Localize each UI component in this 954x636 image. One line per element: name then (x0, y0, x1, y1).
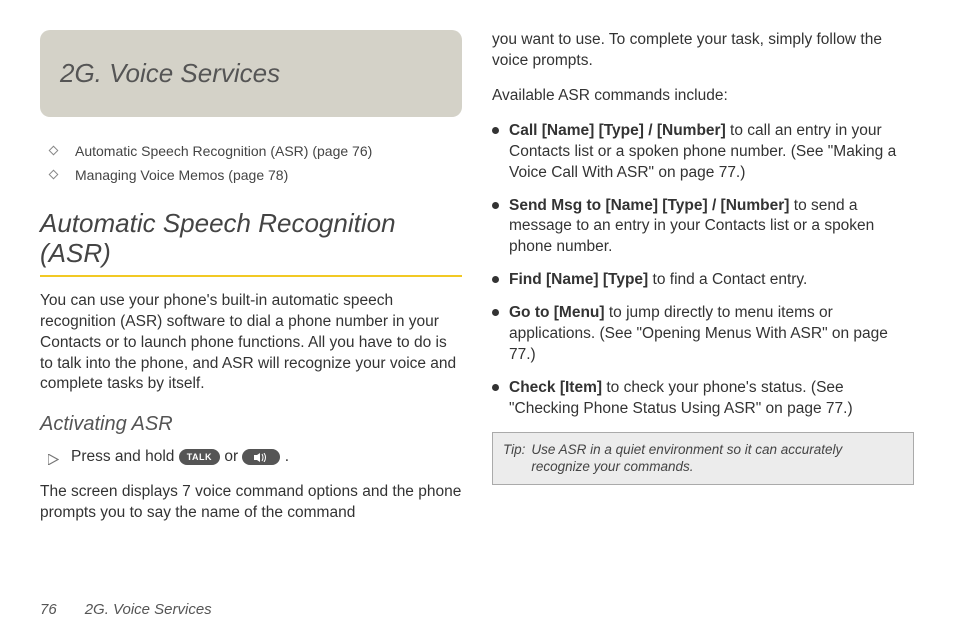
diamond-icon (49, 146, 59, 156)
right-column: you want to use. To complete your task, … (492, 30, 914, 560)
step-prefix: Press and hold (71, 448, 179, 465)
list-item: Call [Name] [Type] / [Number] to call an… (492, 121, 914, 184)
left-column: 2G. Voice Services Automatic Speech Reco… (40, 30, 462, 560)
command-text: Go to [Menu] to jump directly to menu it… (509, 303, 914, 366)
toc-text: Managing Voice Memos (page 78) (75, 167, 288, 183)
step-text: Press and hold TALK or . (71, 446, 289, 472)
bullet-icon (492, 202, 499, 209)
diamond-icon (49, 170, 59, 180)
bullet-icon (492, 127, 499, 134)
triangle-icon (48, 450, 59, 472)
command-text: Call [Name] [Type] / [Number] to call an… (509, 121, 914, 184)
command-text: Find [Name] [Type] to find a Contact ent… (509, 270, 807, 291)
toc-item: Managing Voice Memos (page 78) (50, 167, 462, 183)
section-heading: Automatic Speech Recognition (ASR) (40, 209, 462, 277)
command-name: Go to [Menu] (509, 304, 605, 321)
list-item: Check [Item] to check your phone's statu… (492, 378, 914, 420)
continuation-paragraph: you want to use. To complete your task, … (492, 30, 914, 72)
page-footer: 76 2G. Voice Services (40, 601, 212, 618)
command-list: Call [Name] [Type] / [Number] to call an… (492, 121, 914, 420)
available-intro: Available ASR commands include: (492, 86, 914, 107)
banner-title: 2G. Voice Services (60, 58, 442, 89)
command-text: Check [Item] to check your phone's statu… (509, 378, 914, 420)
tip-box: Tip: Use ASR in a quiet environment so i… (492, 432, 914, 485)
step-suffix: . (285, 448, 289, 465)
speaker-key-icon (242, 449, 280, 465)
list-item: Find [Name] [Type] to find a Contact ent… (492, 270, 914, 291)
toc-list: Automatic Speech Recognition (ASR) (page… (40, 143, 462, 183)
step-row: Press and hold TALK or . (40, 446, 462, 472)
page-number: 76 (40, 601, 57, 618)
tip-label: Tip: (503, 441, 525, 476)
command-text: Send Msg to [Name] [Type] / [Number] to … (509, 196, 914, 259)
bullet-icon (492, 384, 499, 391)
command-name: Check [Item] (509, 379, 602, 396)
bullet-icon (492, 276, 499, 283)
section-banner: 2G. Voice Services (40, 30, 462, 117)
command-name: Find [Name] [Type] (509, 271, 648, 288)
list-item: Go to [Menu] to jump directly to menu it… (492, 303, 914, 366)
command-rest: to find a Contact entry. (648, 271, 807, 288)
toc-item: Automatic Speech Recognition (ASR) (page… (50, 143, 462, 159)
list-item: Send Msg to [Name] [Type] / [Number] to … (492, 196, 914, 259)
footer-title: 2G. Voice Services (85, 601, 212, 618)
talk-key-icon: TALK (179, 449, 220, 465)
bullet-icon (492, 309, 499, 316)
command-name: Call [Name] [Type] / [Number] (509, 122, 726, 139)
step-mid: or (224, 448, 242, 465)
toc-text: Automatic Speech Recognition (ASR) (page… (75, 143, 372, 159)
intro-paragraph: You can use your phone's built-in automa… (40, 291, 462, 396)
screen-paragraph: The screen displays 7 voice command opti… (40, 482, 462, 524)
command-name: Send Msg to [Name] [Type] / [Number] (509, 197, 789, 214)
sub-heading: Activating ASR (40, 413, 462, 436)
tip-text: Use ASR in a quiet environment so it can… (531, 441, 903, 476)
